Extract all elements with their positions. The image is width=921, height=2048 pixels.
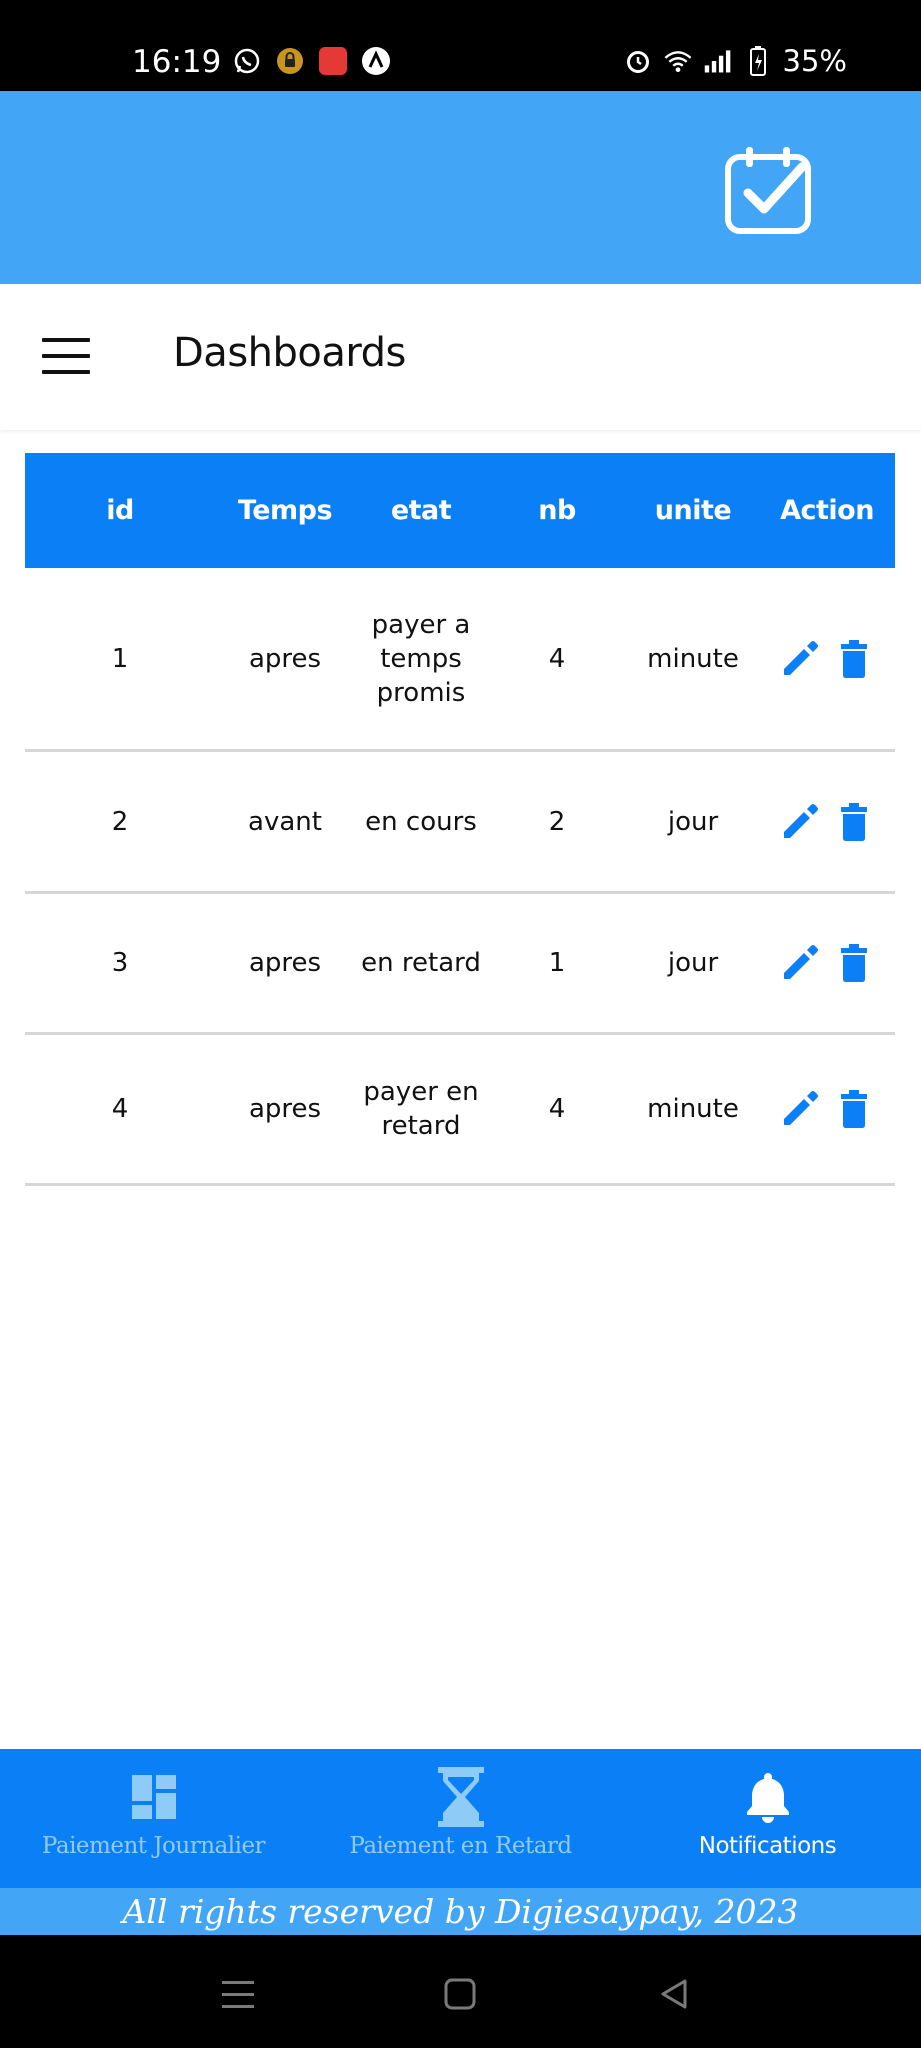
cell-unite: minute (647, 643, 739, 674)
table-row: 3 apres en retard 1 jour (25, 894, 895, 1035)
nav-label-paiement-en-retard: Paiement en Retard (349, 1833, 572, 1859)
cell-nb: 1 (548, 948, 566, 978)
app-header (0, 91, 921, 284)
sos-icon (318, 46, 348, 76)
app-a-icon (361, 46, 391, 76)
whatsapp-icon (232, 46, 262, 76)
cell-etat: payer en retard (363, 1077, 479, 1141)
delete-icon[interactable] (833, 638, 875, 680)
table-row: 4 apres payer en retard 4 minute (25, 1035, 895, 1186)
back-icon[interactable] (655, 1977, 695, 2013)
battery-icon (743, 46, 773, 76)
cell-temps: apres (248, 948, 322, 978)
cell-action (759, 1088, 895, 1130)
column-header-etat: etat (390, 495, 452, 526)
delete-icon[interactable] (833, 1088, 875, 1130)
dashboard-table: id Temps etat nb unite Action 1 apres pa… (25, 453, 895, 1186)
cell-etat: payer a temps promis (371, 609, 471, 708)
signal-icon (703, 46, 733, 76)
home-icon[interactable] (440, 1977, 480, 2013)
alarm-icon (623, 46, 653, 76)
battery-percentage: 35% (782, 44, 847, 78)
cell-temps: apres (248, 643, 322, 674)
column-header-id: id (106, 495, 134, 526)
title-bar: Dashboards (0, 284, 921, 430)
status-bar: 16:19 35% (0, 0, 921, 91)
cell-id: 4 (111, 1094, 129, 1124)
hamburger-menu-icon[interactable] (42, 338, 90, 374)
edit-icon[interactable] (779, 1088, 821, 1130)
table-row: 1 apres payer a temps promis 4 minute (25, 568, 895, 752)
column-header-action: Action (780, 495, 874, 526)
nav-item-paiement-journalier[interactable]: Paiement Journalier (0, 1749, 307, 1888)
system-navigation-bar (0, 1935, 921, 2048)
table-header: id Temps etat nb unite Action (25, 453, 895, 568)
delete-icon[interactable] (833, 942, 875, 984)
edit-icon[interactable] (779, 942, 821, 984)
status-system-icons: 35% (623, 44, 847, 78)
column-header-temps: Temps (237, 495, 333, 526)
cell-etat: en cours (365, 806, 477, 837)
hourglass-icon (433, 1767, 489, 1827)
cell-temps: apres (248, 1094, 322, 1124)
page-title: Dashboards (173, 330, 406, 376)
edit-icon[interactable] (779, 801, 821, 843)
column-header-nb: nb (538, 495, 576, 526)
dashboard-icon (126, 1769, 182, 1825)
cell-nb: 2 (548, 806, 566, 837)
cell-unite: jour (667, 948, 719, 978)
footer-copyright: All rights reserved by Digiesaypay, 2023 (122, 1892, 799, 1931)
cell-action (759, 942, 895, 984)
column-header-unite: unite (654, 495, 732, 526)
table-row: 2 avant en cours 2 jour (25, 752, 895, 894)
cell-nb: 4 (548, 1094, 566, 1124)
wifi-icon (663, 46, 693, 76)
cell-action (759, 801, 895, 843)
cell-id: 2 (111, 806, 129, 837)
nav-item-notifications[interactable]: Notifications (614, 1749, 921, 1888)
cell-id: 1 (111, 643, 129, 674)
cell-etat: en retard (361, 948, 481, 978)
footer-bar: All rights reserved by Digiesaypay, 2023 (0, 1888, 921, 1935)
bell-icon (740, 1769, 796, 1825)
status-time: 16:19 (132, 44, 222, 80)
calendar-check-icon (720, 141, 816, 237)
delete-icon[interactable] (833, 801, 875, 843)
cell-temps: avant (248, 806, 322, 837)
status-notification-icons (232, 46, 391, 76)
nav-label-notifications: Notifications (698, 1833, 837, 1859)
cell-nb: 4 (548, 643, 566, 674)
recent-apps-icon[interactable] (218, 1977, 258, 2013)
lock-app-icon (275, 46, 305, 76)
nav-item-paiement-en-retard[interactable]: Paiement en Retard (307, 1749, 614, 1888)
bottom-navigation: Paiement Journalier Paiement en Retard N… (0, 1749, 921, 1888)
cell-action (759, 638, 895, 680)
edit-icon[interactable] (779, 638, 821, 680)
nav-label-paiement-journalier: Paiement Journalier (41, 1833, 266, 1859)
cell-unite: jour (667, 806, 719, 837)
cell-unite: minute (647, 1094, 739, 1124)
cell-id: 3 (111, 948, 129, 978)
